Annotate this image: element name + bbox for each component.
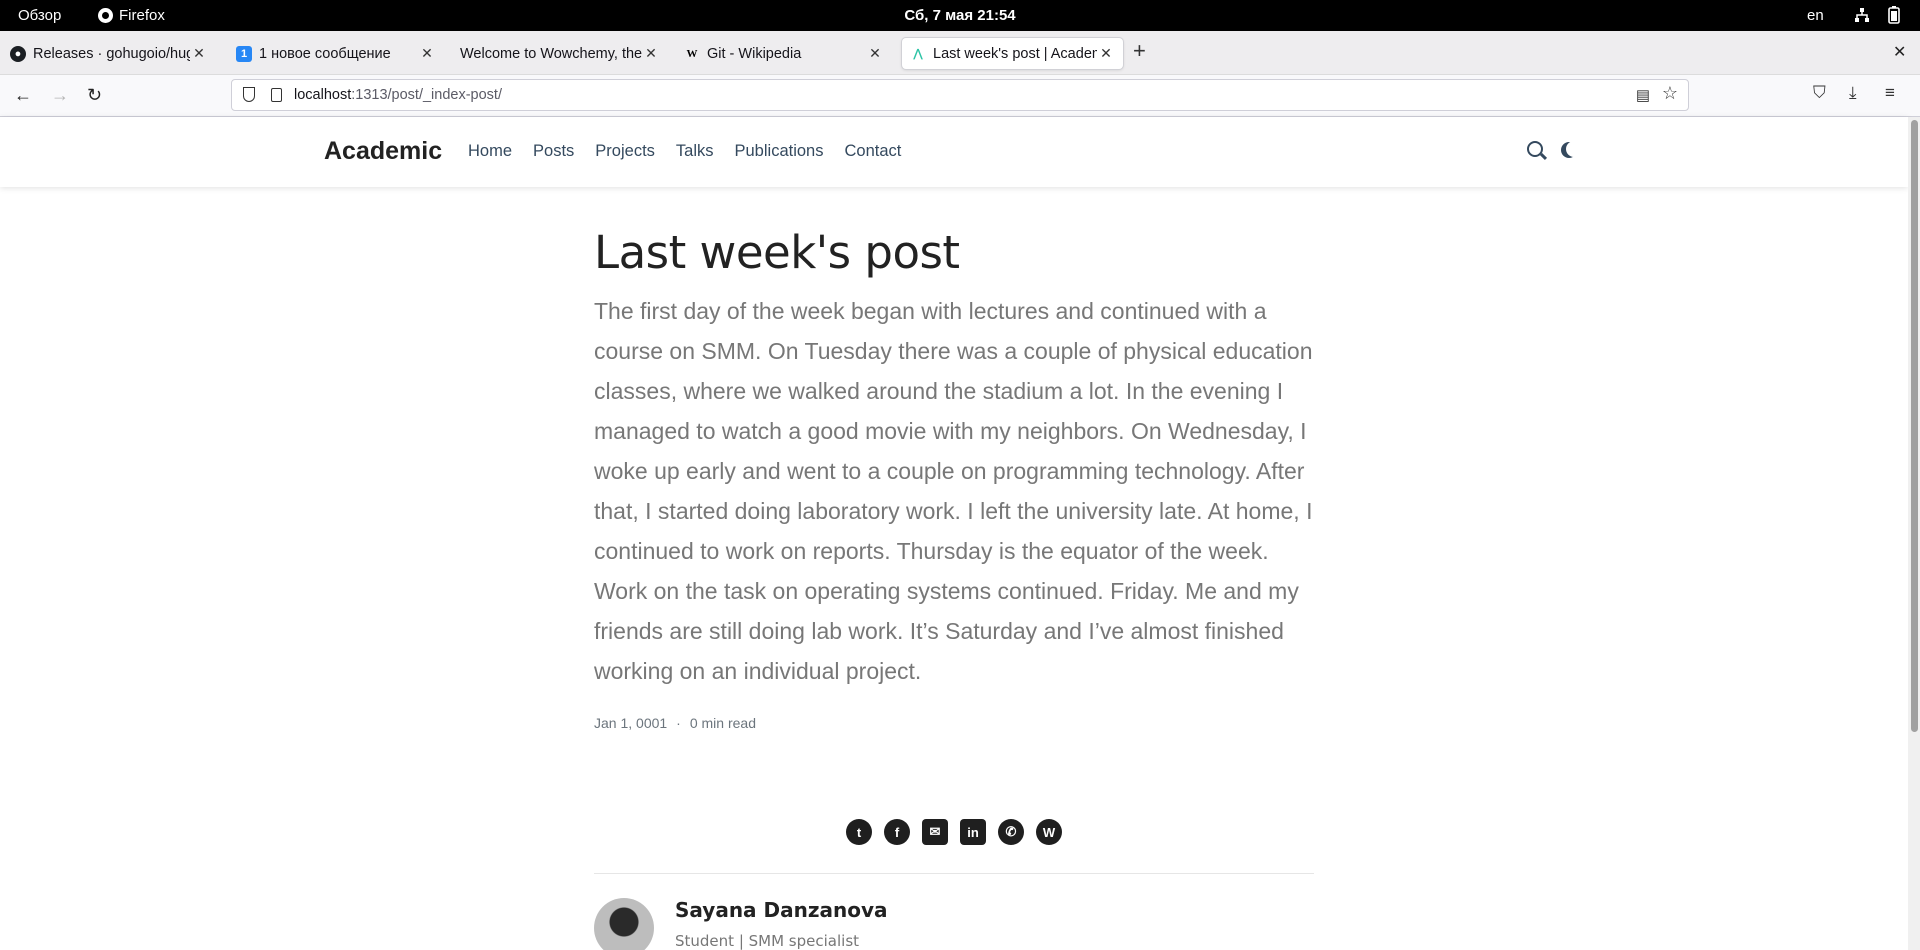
nav-publications[interactable]: Publications (735, 142, 824, 161)
avatar[interactable] (594, 898, 654, 950)
tracking-shield-icon[interactable] (243, 87, 255, 102)
divider (594, 873, 1314, 874)
share-buttons: t f ✉ in ✆ W (846, 819, 1062, 845)
site-menu: Home Posts Projects Talks Publications C… (468, 142, 901, 161)
url-host: localhost (294, 87, 352, 103)
facebook-icon[interactable]: f (884, 819, 910, 845)
page-info-icon[interactable] (271, 88, 282, 102)
reader-view-icon[interactable]: ▤ (1636, 86, 1650, 104)
tab-title: 1 новое сообщение (259, 45, 391, 62)
back-arrow-icon[interactable]: ← (14, 85, 32, 106)
forward-arrow-icon[interactable]: → (51, 85, 69, 106)
site-brand[interactable]: Academic (324, 137, 442, 166)
search-icon[interactable] (1527, 141, 1543, 157)
tab-title: Last week's post | Academ (933, 45, 1097, 62)
tab-vk-messages[interactable]: 1 1 новое сообщение ✕ (228, 38, 444, 69)
close-window-icon[interactable]: ✕ (1893, 42, 1906, 62)
meta-separator: · (676, 715, 681, 731)
page-scrollbar[interactable] (1908, 117, 1920, 950)
tab-git-wikipedia[interactable]: W Git - Wikipedia ✕ (676, 38, 892, 69)
email-icon[interactable]: ✉ (922, 819, 948, 845)
dark-mode-moon-icon[interactable] (1566, 141, 1582, 157)
pocket-icon[interactable]: ⛉ (1813, 83, 1826, 103)
close-icon[interactable]: ✕ (418, 45, 436, 62)
close-icon[interactable]: ✕ (190, 45, 208, 62)
tab-strip: ● Releases · gohugoio/hugo ✕ 1 1 новое с… (0, 31, 1920, 75)
tab-title: Welcome to Wowchemy, the (460, 45, 642, 62)
new-tab-button[interactable]: + (1133, 38, 1146, 64)
bookmark-star-icon[interactable]: ☆ (1662, 83, 1678, 104)
url-text[interactable]: localhost:1313/post/_index-post/ (294, 87, 502, 103)
network-icon[interactable] (1854, 7, 1870, 27)
nav-projects[interactable]: Projects (595, 142, 655, 161)
article-metadata: Jan 1, 0001 · 0 min read (594, 715, 1314, 731)
vk-icon: 1 (236, 45, 252, 62)
navigation-bar: ← → ↻ localhost:1313/post/_index-post/ ▤… (0, 75, 1920, 117)
close-icon[interactable]: ✕ (866, 45, 884, 62)
tab-title: Git - Wikipedia (707, 45, 802, 62)
github-icon: ● (10, 45, 26, 62)
linkedin-icon[interactable]: in (960, 819, 986, 845)
nav-home[interactable]: Home (468, 142, 512, 161)
tab-releases[interactable]: ● Releases · gohugoio/hugo ✕ (2, 38, 216, 69)
site-navbar: Academic Home Posts Projects Talks Publi… (0, 117, 1908, 187)
nav-posts[interactable]: Posts (533, 142, 574, 161)
reload-icon[interactable]: ↻ (87, 85, 102, 106)
clock[interactable]: Сб, 7 мая 21:54 (0, 7, 1920, 24)
page-title: Last week's post (594, 226, 960, 279)
address-bar[interactable]: localhost:1313/post/_index-post/ ▤ ☆ (231, 79, 1689, 111)
article-summary: The first day of the week began with lec… (594, 298, 1313, 684)
tab-wowchemy[interactable]: Welcome to Wowchemy, the ✕ (452, 38, 668, 69)
wikipedia-icon: W (686, 47, 698, 60)
nav-talks[interactable]: Talks (676, 142, 714, 161)
twitter-icon[interactable]: t (846, 819, 872, 845)
keyboard-language[interactable]: en (1807, 7, 1824, 24)
reading-time: 0 min read (689, 715, 756, 731)
author-name[interactable]: Sayana Danzanova (675, 898, 888, 922)
tab-last-weeks-post[interactable]: ⋀ Last week's post | Academ ✕ (902, 38, 1123, 69)
article: Last week's post The first day of the we… (594, 226, 1314, 731)
whatsapp-icon[interactable]: ✆ (998, 819, 1024, 845)
nav-contact[interactable]: Contact (844, 142, 901, 161)
academic-icon: ⋀ (913, 48, 923, 60)
author-role: Student | SMM specialist (675, 932, 860, 950)
post-date: Jan 1, 0001 (594, 715, 668, 731)
menu-hamburger-icon[interactable]: ≡ (1885, 83, 1895, 103)
close-icon[interactable]: ✕ (642, 45, 660, 62)
scrollbar-thumb[interactable] (1911, 120, 1918, 732)
close-icon[interactable]: ✕ (1097, 45, 1115, 62)
system-top-bar: Обзор Firefox Сб, 7 мая 21:54 en (0, 0, 1920, 31)
downloads-icon[interactable]: ⤓ (1849, 83, 1857, 103)
url-path: :1313/post/_index-post/ (351, 87, 502, 103)
battery-icon[interactable] (1888, 6, 1900, 28)
weibo-icon[interactable]: W (1036, 819, 1062, 845)
tab-title: Releases · gohugoio/hugo (33, 45, 190, 62)
